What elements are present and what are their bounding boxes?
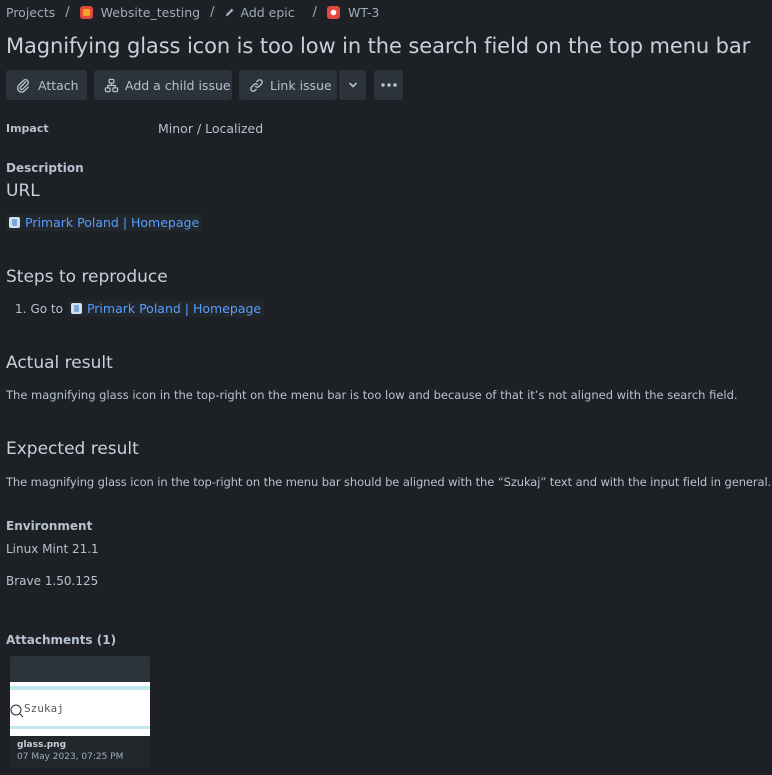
breadcrumb-add-epic[interactable]: Add epic: [240, 5, 294, 20]
url-link-text: Primark Poland | Homepage: [25, 215, 200, 230]
impact-value[interactable]: Minor / Localized: [158, 121, 263, 136]
actual-result-heading: Actual result: [6, 353, 113, 373]
breadcrumb-issue-key[interactable]: WT-3: [348, 5, 379, 20]
link-issue-label: Link issue: [270, 77, 332, 93]
breadcrumb-project[interactable]: Website_testing: [101, 5, 200, 20]
more-actions-button[interactable]: [374, 70, 403, 100]
expected-result-heading: Expected result: [6, 439, 139, 459]
attachment-date: 07 May 2023, 07:25 PM: [17, 752, 124, 762]
issue-title[interactable]: Magnifying glass icon is too low in the …: [6, 34, 750, 58]
environment-browser: Brave 1.50.125: [6, 574, 99, 588]
step-number: 1.: [15, 301, 27, 316]
link-icon: [249, 78, 264, 93]
steps-heading: Steps to reproduce: [6, 267, 168, 287]
breadcrumb: Projects / Website_testing / Add epic / …: [6, 4, 379, 20]
chevron-down-icon: [348, 80, 358, 90]
attachment-thumbnail: Szukaj: [10, 656, 150, 736]
favicon-icon: [9, 217, 20, 228]
attach-button[interactable]: Attach: [6, 70, 87, 100]
magnifying-glass-icon: [10, 704, 24, 718]
project-icon: [79, 5, 93, 19]
attachment-filename: glass.png: [17, 740, 67, 750]
attach-label: Attach: [38, 77, 79, 93]
environment-label: Environment: [6, 519, 93, 533]
step-text: Go to: [30, 301, 63, 316]
attachment-card[interactable]: Szukaj glass.png 07 May 2023, 07:25 PM: [10, 656, 150, 768]
expected-result-text: The magnifying glass icon in the top-rig…: [6, 475, 772, 489]
breadcrumb-separator: /: [65, 4, 70, 20]
link-issue-dropdown-button[interactable]: [339, 70, 366, 100]
list-item: 1. Go to Primark Poland | Homepage: [15, 300, 265, 317]
add-child-issue-button[interactable]: Add a child issue: [94, 70, 232, 100]
add-child-issue-label: Add a child issue: [125, 77, 231, 93]
hierarchy-icon: [104, 78, 119, 93]
step-link-text: Primark Poland | Homepage: [86, 301, 262, 316]
more-icon: [380, 83, 397, 87]
favicon-icon: [70, 303, 82, 314]
impact-label: Impact: [6, 122, 49, 135]
breadcrumb-separator: /: [312, 4, 318, 20]
url-heading: URL: [6, 181, 40, 201]
breadcrumb-separator: /: [210, 4, 215, 20]
attachments-label: Attachments (1): [6, 633, 117, 647]
link-issue-button[interactable]: Link issue: [239, 70, 337, 100]
paperclip-icon: [16, 78, 31, 93]
bug-icon: [327, 5, 341, 19]
step-link[interactable]: Primark Poland | Homepage: [67, 300, 265, 317]
environment-os: Linux Mint 21.1: [6, 542, 99, 556]
url-link[interactable]: Primark Poland | Homepage: [6, 214, 203, 231]
thumbnail-text: Szukaj: [24, 702, 64, 715]
actual-result-text: The magnifying glass icon in the top-rig…: [6, 388, 738, 402]
description-label: Description: [6, 161, 84, 175]
pencil-icon: [224, 7, 235, 18]
breadcrumb-projects[interactable]: Projects: [6, 5, 55, 20]
